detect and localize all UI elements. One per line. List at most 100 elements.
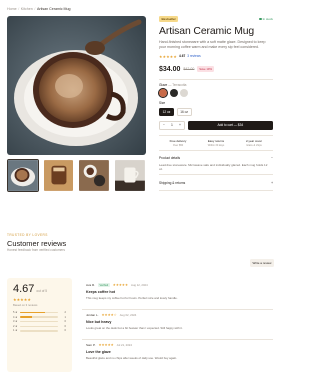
review-stars-icon: ★★★★★: [98, 343, 114, 347]
bar-count: 0: [64, 329, 66, 333]
bar-track: [19, 320, 58, 323]
perk-subtitle: Glaze & chips: [246, 143, 262, 147]
perk-returns: Easy returns Within 30 days: [197, 139, 235, 147]
thumbnail-4[interactable]: [114, 159, 146, 192]
review-date: Aug 12, 2024: [131, 283, 148, 288]
perk-warranty: 2-year cover Glaze & chips: [235, 139, 273, 147]
product-details-toggle[interactable]: Product details −: [159, 154, 273, 163]
increment-button[interactable]: +: [179, 123, 181, 127]
bar-track: [19, 316, 58, 318]
size-option-12oz[interactable]: 12 oz: [159, 107, 174, 116]
divider: [159, 78, 273, 80]
write-review-button[interactable]: Write a review: [250, 259, 274, 267]
review-text: Looks great on the desk but a bit heavie…: [86, 325, 183, 330]
divider: [159, 174, 273, 176]
product-rating: ★★★★★ 4.67 3 reviews: [159, 54, 273, 59]
stock-dot-icon: [259, 17, 262, 21]
breadcrumb-home[interactable]: Home: [7, 7, 17, 11]
summary-stars-icon: ★★★★★: [13, 296, 31, 302]
review-stars-icon: ★★★★☆: [101, 313, 117, 317]
breadcrumb-current: Artisan Ceramic Mug: [36, 7, 71, 11]
thumbnail-image: [8, 160, 38, 191]
add-to-cart-button[interactable]: Add to cart — $34: [187, 120, 273, 130]
breadcrumb-separator: /: [34, 7, 36, 11]
review-stars-icon: ★★★★★: [112, 283, 128, 288]
current-price: $34.00: [159, 65, 181, 73]
bar-label: 5 ★: [13, 310, 18, 314]
rating-bar-1: 1 ★ 0: [13, 329, 66, 334]
reviews-eyebrow: TRUSTED BY LOVERS: [7, 233, 48, 237]
accordion-shipping: Shipping & returns +: [159, 178, 273, 191]
bar-track: [19, 330, 58, 332]
accordion-product-details: Product details − Lead-free stoneware. Mi…: [159, 154, 273, 176]
breadcrumb: Home / Kitchen / Artisan Ceramic Mug: [7, 7, 71, 11]
breadcrumb-kitchen[interactable]: Kitchen: [21, 7, 33, 11]
review-item: Sam P. ★★★★★ Jul 21, 2024 Love the glaze B…: [82, 340, 273, 370]
summary-average: 4.67 out of 5: [13, 283, 66, 295]
thumbnail-3[interactable]: [78, 159, 110, 192]
perk-title: 2-year cover: [245, 138, 263, 143]
minus-icon: −: [271, 156, 273, 161]
product-details-text: Lead-free stoneware. Microwave safe and …: [159, 162, 268, 172]
bar-track: [19, 311, 58, 314]
divider: [159, 190, 273, 191]
reviewer-name: Sam P.: [86, 343, 96, 347]
perk-title: Free delivery: [169, 138, 187, 143]
size-option-16oz[interactable]: 16 oz: [176, 107, 192, 116]
bar-label: 4 ★: [13, 315, 18, 319]
swatch-charcoal[interactable]: [169, 89, 178, 98]
accordion-heading: Shipping & returns: [159, 180, 186, 185]
thumbnail-image: [79, 160, 110, 191]
quantity-value: 1: [171, 123, 173, 128]
quantity-stepper: − 1 +: [159, 120, 185, 130]
product-title: Artisan Ceramic Mug: [159, 26, 255, 37]
review-date: Jul 21, 2024: [116, 343, 132, 347]
review-text: Beautiful glaze and no chips after weeks…: [86, 355, 178, 360]
perks: Free delivery Over $50 Easy returns Within…: [159, 134, 273, 151]
rating-stars-icon: ★★★★★: [159, 54, 178, 59]
review-header: Ava R. Verified ★★★★★ Aug 12, 2024: [86, 283, 273, 288]
review-text: This mug keeps my coffee hot for hours. …: [86, 295, 178, 300]
reviews-title: Customer reviews: [7, 239, 67, 248]
review-header: Sam P. ★★★★★ Jul 21, 2024: [86, 343, 273, 347]
plus-icon: +: [271, 180, 273, 185]
price-row: $34.00 $42.00 Save 19%: [159, 66, 273, 73]
review-item: Jordan L. ★★★★☆ Aug 02, 2024 Nice but heav…: [82, 310, 273, 340]
swatch-stone[interactable]: [180, 89, 189, 98]
product-description: Hand-finished stoneware with a soft matt…: [159, 39, 266, 49]
product-main-image[interactable]: [7, 16, 146, 155]
review-heading: Keeps coffee hot: [86, 290, 115, 295]
reviews-subtitle: Honest feedback from verified customers: [7, 248, 65, 252]
review-list: Ava R. Verified ★★★★★ Aug 12, 2024 Keeps co…: [82, 280, 273, 370]
rating-summary-card: 4.67 out of 5 ★★★★★ Based on 3 reviews 5 …: [7, 278, 72, 372]
rating-count-link[interactable]: 3 reviews: [187, 54, 200, 58]
bar-label: 3 ★: [13, 320, 18, 324]
bar-track: [19, 325, 58, 327]
size-label: Size: [159, 101, 166, 106]
thumbnail-image: [43, 160, 74, 191]
cart-row: − 1 + Add to cart — $34: [159, 120, 273, 130]
summary-based-on: Based on 3 reviews: [13, 303, 38, 308]
thumbnail-2[interactable]: [43, 159, 75, 192]
rating-distribution: 5 ★ 2 4 ★ 1 3 ★ 0 2 ★ 0 1 ★ 0: [13, 310, 66, 333]
thumbnail-strip: [7, 159, 146, 192]
original-price: $42.00: [183, 67, 195, 71]
perk-title: Easy returns: [207, 138, 225, 143]
glaze-selected: — Terracotta: [168, 83, 187, 88]
swatch-terracotta[interactable]: [157, 87, 169, 100]
perk-subtitle: Over $50: [172, 143, 184, 147]
color-swatches: [157, 87, 273, 100]
review-header: Jordan L. ★★★★☆ Aug 02, 2024: [86, 313, 273, 317]
verified-badge: Verified: [97, 283, 110, 288]
bar-label: 1 ★: [13, 329, 18, 333]
summary-average-value: 4.67: [13, 283, 35, 295]
stock-status: In stock: [259, 17, 273, 21]
mug-photo: [7, 16, 146, 155]
stock-label: In stock: [262, 17, 273, 21]
bar-count: 0: [64, 324, 66, 328]
reviewer-name: Ava R.: [86, 283, 95, 288]
perk-subtitle: Within 30 days: [207, 143, 225, 147]
decrement-button[interactable]: −: [163, 123, 165, 127]
shipping-toggle[interactable]: Shipping & returns +: [159, 178, 273, 187]
thumbnail-1[interactable]: [7, 159, 39, 192]
